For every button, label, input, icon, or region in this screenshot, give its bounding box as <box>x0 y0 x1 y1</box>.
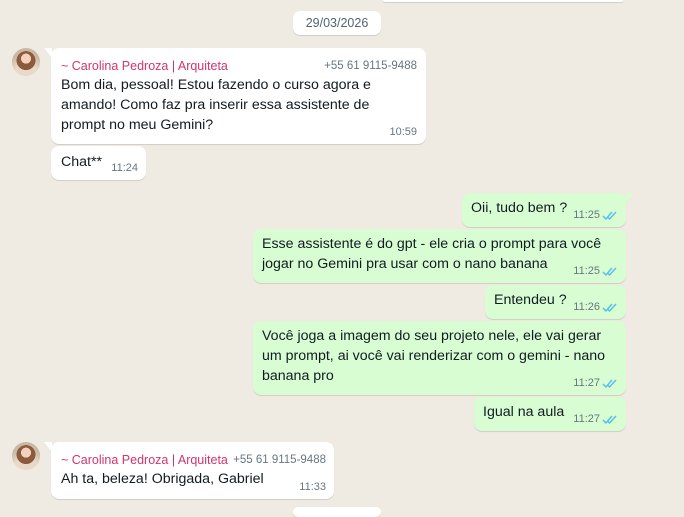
message-text: Oii, tudo bem ? <box>471 200 568 216</box>
sender-name[interactable]: ~ Carolina Pedroza | Arquiteta <box>61 56 228 76</box>
incoming-message[interactable]: Chat** 11:24 <box>51 146 146 180</box>
outgoing-message[interactable]: Esse assistente é do gpt - ele cria o pr… <box>253 229 626 283</box>
message-text: Chat** <box>61 154 103 170</box>
message-time: 11:27 <box>573 413 600 425</box>
message-text: Você joga a imagem do seu projeto nele, … <box>262 328 606 384</box>
message-time: 10:59 <box>389 126 417 138</box>
sender-phone: +55 61 9115-9488 <box>324 60 417 72</box>
previous-message-edge <box>383 0 623 2</box>
double-check-icon <box>602 211 617 221</box>
message-time: 11:25 <box>573 209 600 221</box>
message-time: 11:24 <box>111 162 138 174</box>
message-time: 11:26 <box>573 301 600 313</box>
message-text: Esse assistente é do gpt - ele cria o pr… <box>262 236 602 272</box>
bubble-tail <box>626 193 634 203</box>
outgoing-message[interactable]: Entendeu ? 11:26 <box>485 285 626 319</box>
incoming-message[interactable]: ~ Carolina Pedroza | Arquiteta +55 61 91… <box>51 48 426 144</box>
double-check-icon <box>602 267 617 277</box>
message-text: Igual na aula <box>483 404 565 420</box>
message-text: Entendeu ? <box>494 292 567 308</box>
date-separator-partial <box>293 507 381 517</box>
avatar[interactable] <box>12 48 40 76</box>
date-separator: 29/03/2026 <box>293 11 381 35</box>
outgoing-message[interactable]: Igual na aula 11:27 <box>474 397 626 431</box>
double-check-icon <box>602 415 617 425</box>
sender-name[interactable]: ~ Carolina Pedroza | Arquiteta <box>61 450 228 470</box>
outgoing-message[interactable]: Oii, tudo bem ? 11:25 <box>462 193 626 227</box>
outgoing-message[interactable]: Você joga a imagem do seu projeto nele, … <box>253 321 626 395</box>
sender-phone: +55 61 9115-9488 <box>233 454 326 466</box>
double-check-icon <box>602 379 617 389</box>
avatar[interactable] <box>12 442 40 470</box>
message-time: 11:33 <box>299 481 326 493</box>
incoming-message[interactable]: ~ Carolina Pedroza | Arquiteta +55 61 91… <box>51 442 334 499</box>
double-check-icon <box>602 303 617 313</box>
message-time: 11:25 <box>573 265 600 277</box>
message-text: Bom dia, pessoal! Estou fazendo o curso … <box>61 77 371 133</box>
message-time: 11:27 <box>573 377 600 389</box>
message-text: Ah ta, beleza! Obrigada, Gabriel <box>61 471 264 487</box>
